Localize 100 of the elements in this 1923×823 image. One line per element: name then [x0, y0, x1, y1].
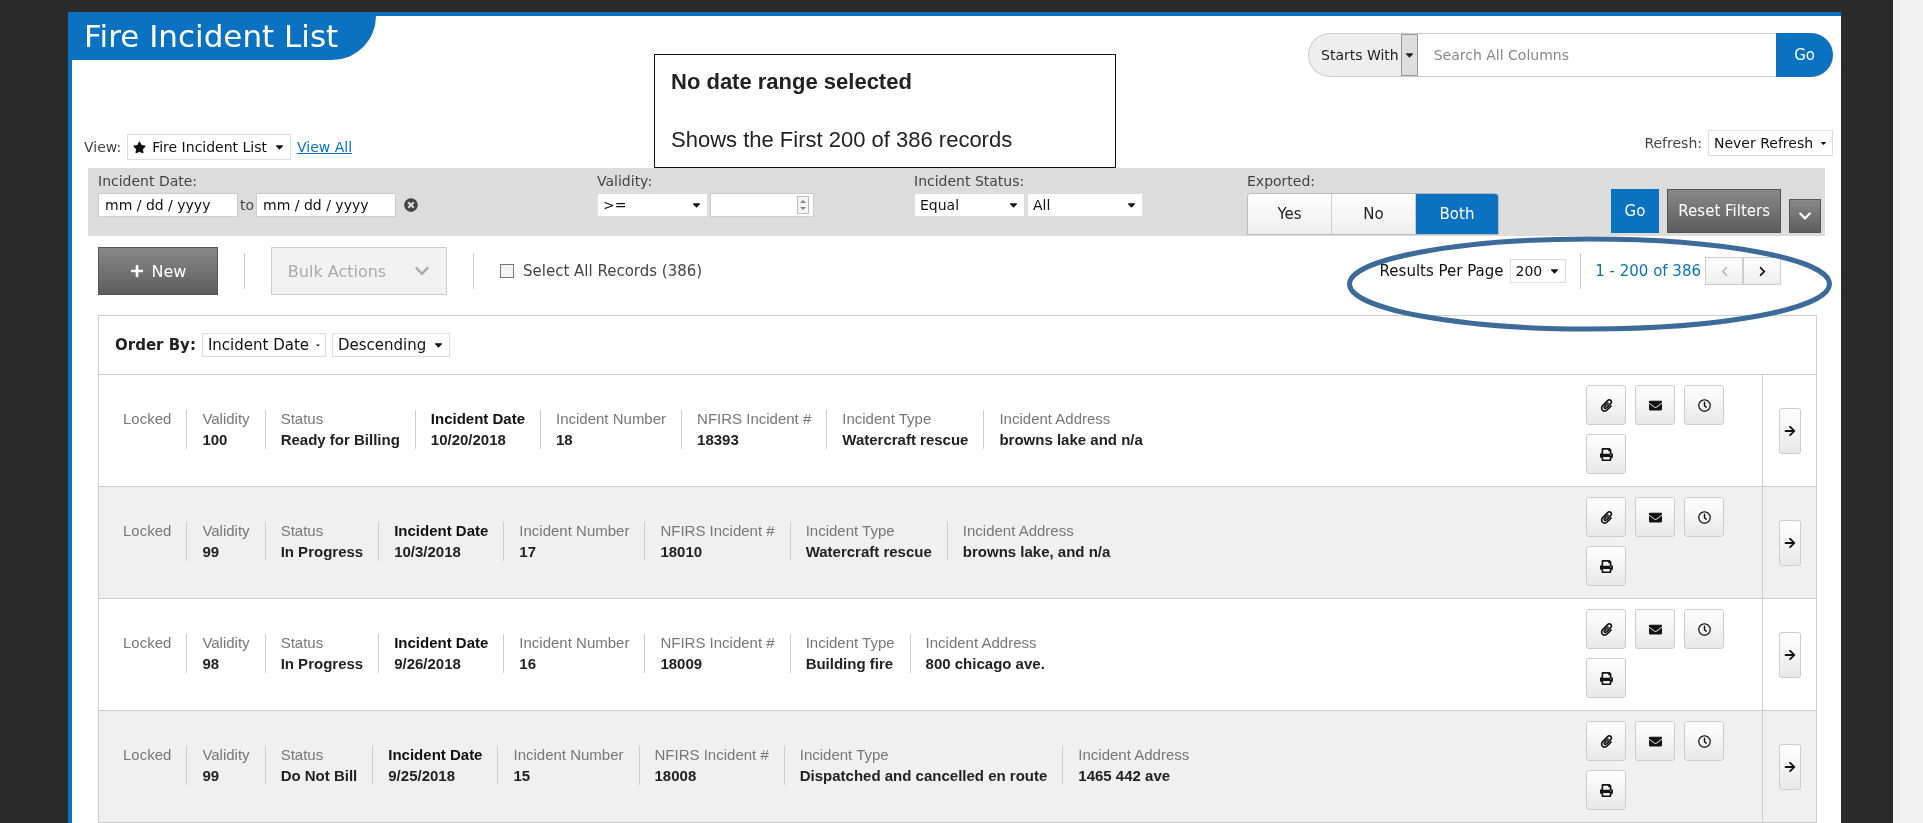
- star-icon: [133, 140, 147, 154]
- field-label: Incident Number: [519, 634, 630, 651]
- search-field[interactable]: Search All Columns: [1417, 33, 1777, 77]
- attach-button[interactable]: [1586, 609, 1626, 649]
- validity-operator-dropdown[interactable]: >=: [597, 193, 708, 218]
- history-button[interactable]: [1684, 609, 1724, 649]
- field-label: Incident Number: [556, 410, 667, 427]
- email-button[interactable]: [1635, 385, 1675, 425]
- field-value: 99: [202, 767, 221, 785]
- field-label: Incident Date: [388, 746, 483, 763]
- expand-button[interactable]: [1789, 199, 1821, 234]
- printer-icon: [1599, 447, 1613, 461]
- open-record-button[interactable]: [1778, 407, 1801, 454]
- filter-label: Incident Status:: [914, 173, 1026, 190]
- history-button[interactable]: [1684, 497, 1724, 537]
- field-label: Status: [280, 634, 325, 651]
- validity-field[interactable]: [710, 193, 814, 218]
- results-per-page-dropdown[interactable]: 200: [1509, 259, 1567, 284]
- field-label: Incident Date: [394, 522, 489, 539]
- field-value: 18008: [654, 767, 698, 785]
- view-all-link[interactable]: View All: [297, 139, 353, 156]
- envelope-icon: [1648, 622, 1662, 636]
- arrow-right-icon: [1783, 760, 1796, 773]
- attach-button[interactable]: [1586, 385, 1626, 425]
- record-row[interactable]: Locked Validity 99 Status In Progress Incident Date 10/3/2018 Incident Number 17 NFIRS Incident # 18010 Incident Type Watercraft rescue Incident Address browns lake, and n/a: [99, 487, 1816, 599]
- paperclip-icon: [1599, 510, 1613, 524]
- envelope-icon: [1648, 510, 1662, 524]
- view-label: View:: [84, 139, 122, 156]
- printer-icon: [1599, 671, 1613, 685]
- date-to-field[interactable]: mm / dd / yyyy: [256, 193, 397, 218]
- record-row[interactable]: Locked Validity 98 Status In Progress Incident Date 9/26/2018 Incident Number 16 NFIRS Incident # 18009 Incident Type Building fire Incident Address 800 chicago ave.: [99, 599, 1816, 711]
- envelope-icon: [1648, 398, 1662, 412]
- open-record-button[interactable]: [1778, 631, 1801, 678]
- field-value: 1465 442 ave: [1078, 767, 1172, 785]
- order-by-label: Order By:: [115, 336, 196, 354]
- exported-option[interactable]: No: [1331, 194, 1415, 235]
- field-value: 9/26/2018: [394, 655, 462, 673]
- printer-icon: [1599, 559, 1613, 573]
- field-label: Status: [280, 410, 325, 427]
- order-direction-dropdown[interactable]: Descending: [331, 333, 451, 357]
- field-value: 18393: [697, 431, 740, 449]
- field-value: browns lake, and n/a: [962, 543, 1111, 561]
- order-field-dropdown[interactable]: Incident Date: [201, 333, 326, 357]
- field-value: 15: [513, 767, 532, 785]
- field-label: NFIRS Incident #: [660, 634, 775, 651]
- field-value: 98: [202, 655, 221, 673]
- record-row[interactable]: Locked Validity 100 Status Ready for Billing Incident Date 10/20/2018 Incident Number 18 NFIRS Incident # 18393 Incident Type Watercraft rescue Incident Address browns lake and n/a: [99, 375, 1816, 487]
- view-dropdown[interactable]: Fire Incident List: [127, 134, 291, 161]
- date-from-field[interactable]: mm / dd / yyyy: [98, 193, 238, 218]
- arrow-right-icon: [1783, 648, 1796, 661]
- open-record-button[interactable]: [1778, 519, 1801, 566]
- attach-button[interactable]: [1586, 721, 1626, 761]
- field-label: Incident Date: [430, 410, 525, 427]
- print-button[interactable]: [1586, 770, 1626, 810]
- note-heading: No date range selected: [671, 69, 913, 95]
- field-value: 99: [202, 543, 221, 561]
- field-value: In Progress: [280, 655, 364, 673]
- open-record-button[interactable]: [1778, 743, 1801, 790]
- to-label: to: [240, 197, 255, 214]
- paperclip-icon: [1599, 622, 1613, 636]
- field-label: Incident Address: [925, 634, 1038, 651]
- field-value: 10/20/2018: [430, 431, 507, 449]
- clear-icon[interactable]: [404, 198, 419, 213]
- email-button[interactable]: [1635, 609, 1675, 649]
- field-label: Validity: [202, 522, 250, 539]
- printer-icon: [1599, 783, 1613, 797]
- checkbox[interactable]: [500, 264, 514, 279]
- filter-label: Exported:: [1247, 173, 1317, 190]
- status-dropdown[interactable]: All: [1027, 193, 1143, 218]
- email-button[interactable]: [1635, 497, 1675, 537]
- field-value: 100: [202, 431, 229, 449]
- field-label: Status: [280, 522, 325, 539]
- search-button[interactable]: Go: [1776, 33, 1833, 77]
- print-button[interactable]: [1586, 658, 1626, 698]
- print-button[interactable]: [1586, 546, 1626, 586]
- record-row[interactable]: Locked Validity 99 Status Do Not Bill Incident Date 9/25/2018 Incident Number 15 NFIRS Incident # 18008 Incident Type Dispatched and cancelled en route Incident Address 1465 442 ave: [99, 711, 1816, 823]
- new-button[interactable]: New: [98, 247, 218, 296]
- email-button[interactable]: [1635, 721, 1675, 761]
- apply-filters-button[interactable]: Go: [1610, 189, 1660, 234]
- next-page-button[interactable]: [1743, 257, 1781, 286]
- field-label: Incident Type: [805, 634, 895, 651]
- history-button[interactable]: [1684, 385, 1724, 425]
- exported-option[interactable]: Yes: [1248, 194, 1331, 235]
- field-value: 16: [519, 655, 538, 673]
- spinner-icon[interactable]: [797, 196, 809, 215]
- status-operator-dropdown[interactable]: Equal: [914, 193, 1025, 218]
- history-button[interactable]: [1684, 721, 1724, 761]
- print-button[interactable]: [1586, 434, 1626, 474]
- field-value: 10/3/2018: [394, 543, 462, 561]
- field-value: Building fire: [805, 655, 895, 673]
- search-mode-dropdown[interactable]: Starts With: [1308, 33, 1418, 77]
- reset-filters-button[interactable]: Reset Filters: [1667, 189, 1781, 234]
- field-label: Incident Date: [394, 634, 489, 651]
- refresh-dropdown[interactable]: Never Refresh: [1708, 130, 1833, 157]
- field-value: Do Not Bill: [280, 767, 358, 785]
- field-value: browns lake and n/a: [999, 431, 1143, 449]
- results-per-page-label: Results Per Page: [1379, 262, 1504, 281]
- attach-button[interactable]: [1586, 497, 1626, 537]
- field-value: 800 chicago ave.: [925, 655, 1045, 673]
- exported-option[interactable]: Both: [1415, 194, 1498, 235]
